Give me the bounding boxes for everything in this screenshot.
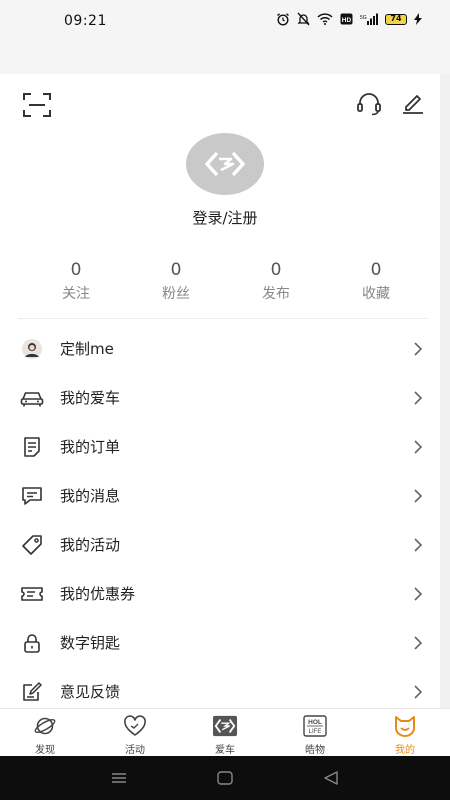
stat-count: 0: [170, 260, 182, 280]
tab-label: 活动: [125, 745, 145, 756]
planet-icon: [33, 714, 57, 738]
car-icon: [20, 386, 44, 410]
tab-label: 爱车: [215, 745, 235, 756]
chevron-right-icon: [414, 439, 423, 454]
battery-level: 74: [385, 13, 407, 25]
scan-button[interactable]: [22, 92, 52, 118]
brand-logo-icon: [213, 714, 237, 738]
menu-label: 数字钥匙: [60, 634, 121, 652]
stat-fans[interactable]: 0 粉丝: [126, 260, 226, 303]
menu-item-my-car[interactable]: 我的爱车: [0, 373, 440, 422]
tab-discover[interactable]: 发现: [0, 709, 90, 757]
stat-favorites[interactable]: 0 收藏: [326, 260, 426, 303]
stat-posts[interactable]: 0 发布: [226, 260, 326, 303]
order-icon: [20, 435, 44, 459]
menu-item-customize-me[interactable]: 定制me: [0, 324, 440, 373]
stat-label: 关注: [62, 286, 90, 302]
chevron-right-icon: [414, 684, 423, 699]
wifi-icon: [317, 13, 333, 25]
message-icon: [20, 484, 44, 508]
heart-icon: [123, 714, 147, 738]
hd-icon: HD: [340, 13, 353, 25]
menu-icon[interactable]: [110, 770, 128, 786]
stat-label: 粉丝: [162, 286, 190, 302]
menu-item-my-coupons[interactable]: 我的优惠券: [0, 569, 440, 618]
menu-item-feedback[interactable]: 意见反馈: [0, 667, 440, 708]
scan-icon: [23, 93, 51, 117]
chevron-right-icon: [414, 390, 423, 405]
menu-item-my-orders[interactable]: 我的订单: [0, 422, 440, 471]
status-time: 09:21: [64, 13, 107, 29]
back-icon[interactable]: [322, 770, 340, 786]
cat-face-icon: [393, 714, 417, 738]
menu-label: 定制me: [60, 340, 114, 358]
mute-icon: [297, 12, 310, 26]
edit-icon: [403, 95, 423, 114]
lock-icon: [20, 631, 44, 655]
profile-page: 登录/注册 0 关注 0 粉丝 0 发布 0 收藏 定制me 我的爱车 我的订单…: [0, 74, 440, 708]
brand-logo-icon: [205, 151, 245, 177]
stat-label: 收藏: [362, 286, 390, 302]
avatar[interactable]: [186, 133, 264, 195]
battery-icon: 74: [385, 13, 407, 25]
charging-icon: [414, 13, 422, 25]
menu-label: 我的优惠券: [60, 585, 136, 603]
user-avatar-icon: [20, 337, 44, 361]
customer-service-icon: [357, 93, 381, 116]
menu-label: 我的订单: [60, 438, 121, 456]
chevron-right-icon: [414, 488, 423, 503]
stat-follow[interactable]: 0 关注: [26, 260, 126, 303]
tab-hol-life[interactable]: HOL LIFE 皓物: [270, 709, 360, 757]
tab-activities[interactable]: 活动: [90, 709, 180, 757]
svg-text:5G: 5G: [360, 15, 367, 21]
life-logo-text: LIFE: [309, 729, 322, 735]
menu-item-my-messages[interactable]: 我的消息: [0, 471, 440, 520]
signal-icon: 5G: [360, 13, 378, 25]
coupon-icon: [20, 582, 44, 606]
system-navigation-bar: [0, 756, 450, 800]
divider: [18, 318, 428, 319]
hol-life-icon: HOL LIFE: [303, 714, 327, 738]
menu-list: 定制me 我的爱车 我的订单 我的消息 我的活动 我的优惠券 数字钥匙 意见反馈: [0, 324, 440, 708]
menu-label: 我的爱车: [60, 389, 121, 407]
login-register-link[interactable]: 登录/注册: [0, 207, 440, 228]
scrollbar[interactable]: [440, 74, 450, 708]
tab-label: 我的: [395, 745, 415, 756]
tab-my-car[interactable]: 爱车: [180, 709, 270, 757]
tab-label: 发现: [35, 745, 55, 756]
stat-count: 0: [270, 260, 282, 280]
customer-service-button[interactable]: [355, 90, 383, 118]
chevron-right-icon: [414, 341, 423, 356]
tab-mine[interactable]: 我的: [360, 709, 450, 757]
stat-count: 0: [70, 260, 82, 280]
alarm-icon: [277, 13, 289, 26]
menu-item-my-activities[interactable]: 我的活动: [0, 520, 440, 569]
chevron-right-icon: [414, 635, 423, 650]
svg-text:HD: HD: [342, 17, 352, 24]
tag-icon: [20, 533, 44, 557]
bottom-tab-bar: 发现 活动 爱车 HOL LIFE 皓物 我的: [0, 708, 450, 756]
tab-label: 皓物: [305, 745, 325, 756]
chevron-right-icon: [414, 586, 423, 601]
feedback-icon: [20, 680, 44, 704]
menu-label: 意见反馈: [60, 683, 121, 701]
stats-row: 0 关注 0 粉丝 0 发布 0 收藏: [26, 260, 426, 303]
menu-item-digital-key[interactable]: 数字钥匙: [0, 618, 440, 667]
stat-count: 0: [370, 260, 382, 280]
home-icon[interactable]: [216, 770, 234, 786]
stat-label: 发布: [262, 286, 290, 302]
menu-label: 我的活动: [60, 536, 121, 554]
chevron-right-icon: [414, 537, 423, 552]
status-icons: HD 5G 74: [276, 12, 422, 26]
status-bar: 09:21 HD 5G 74: [0, 0, 450, 74]
edit-profile-button[interactable]: [400, 90, 426, 116]
menu-label: 我的消息: [60, 487, 121, 505]
hol-logo-text: HOL: [308, 719, 322, 726]
